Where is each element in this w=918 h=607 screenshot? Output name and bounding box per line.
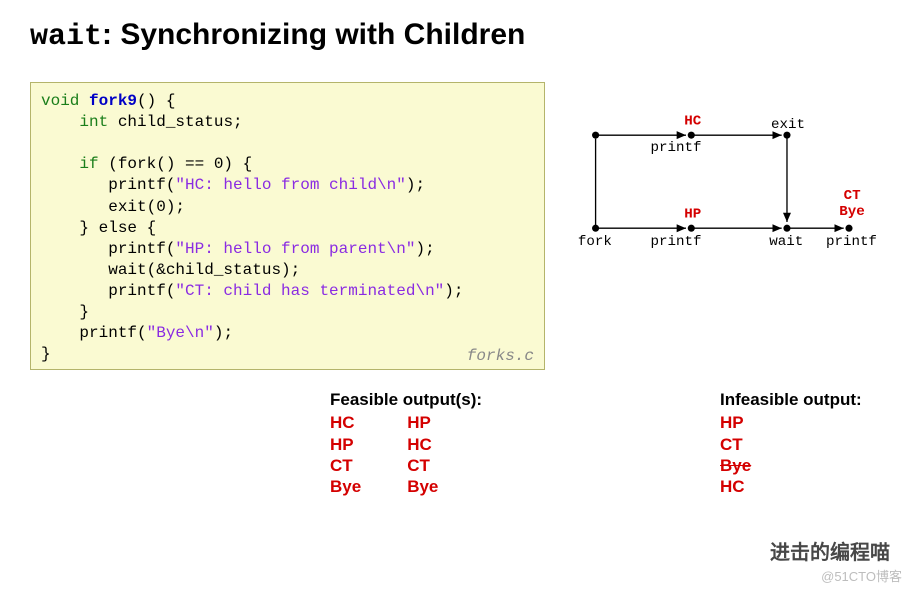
feasible-1-1: HP: [330, 434, 361, 455]
content-row: void fork9() { int child_status; if (for…: [30, 82, 888, 370]
graph-bye: Bye: [839, 204, 865, 220]
filename-label: forks.c: [467, 347, 534, 365]
infeasible-heading: Infeasible output:: [720, 390, 862, 410]
code-box: void fork9() { int child_status; if (for…: [30, 82, 545, 370]
graph-hc: HC: [684, 114, 701, 130]
graph-hp: HP: [684, 207, 701, 223]
title-code: wait: [30, 20, 102, 54]
process-graph: HC exit printf HP CT Bye fork printf wai…: [569, 82, 888, 291]
graph-ct: CT: [844, 188, 861, 204]
infeasible-3: HC: [720, 476, 862, 497]
infeasible-outputs: Infeasible output: HP CT Bye HC: [720, 390, 862, 497]
graph-exit: exit: [771, 117, 805, 133]
code-listing: void fork9() { int child_status; if (for…: [41, 91, 534, 365]
feasible-2-0: HP: [407, 412, 438, 433]
feasible-2-2: CT: [407, 455, 438, 476]
feasible-1-3: Bye: [330, 476, 361, 497]
slide-title: wait: Synchronizing with Children: [30, 18, 888, 54]
outputs-row: Feasible output(s): HC HP CT Bye HP HC C…: [30, 390, 888, 497]
feasible-heading: Feasible output(s):: [330, 390, 720, 410]
feasible-2-3: Bye: [407, 476, 438, 497]
infeasible-1: CT: [720, 434, 862, 455]
slide: wait: Synchronizing with Children void f…: [0, 0, 918, 607]
graph-wait: wait: [769, 234, 803, 250]
feasible-2-1: HC: [407, 434, 438, 455]
feasible-outputs: Feasible output(s): HC HP CT Bye HP HC C…: [330, 390, 720, 497]
feasible-1-2: CT: [330, 455, 361, 476]
infeasible-0: HP: [720, 412, 862, 433]
watermark-handle: @51CTO博客: [821, 566, 902, 585]
graph-fork: fork: [578, 234, 612, 250]
graph-printf-2: printf: [651, 234, 702, 250]
graph-printf-1: printf: [651, 140, 702, 156]
watermark-text: 进击的编程喵: [770, 536, 890, 565]
title-rest: : Synchronizing with Children: [102, 18, 525, 51]
infeasible-2: Bye: [720, 455, 862, 476]
feasible-1-0: HC: [330, 412, 361, 433]
graph-printf-3: printf: [826, 234, 877, 250]
